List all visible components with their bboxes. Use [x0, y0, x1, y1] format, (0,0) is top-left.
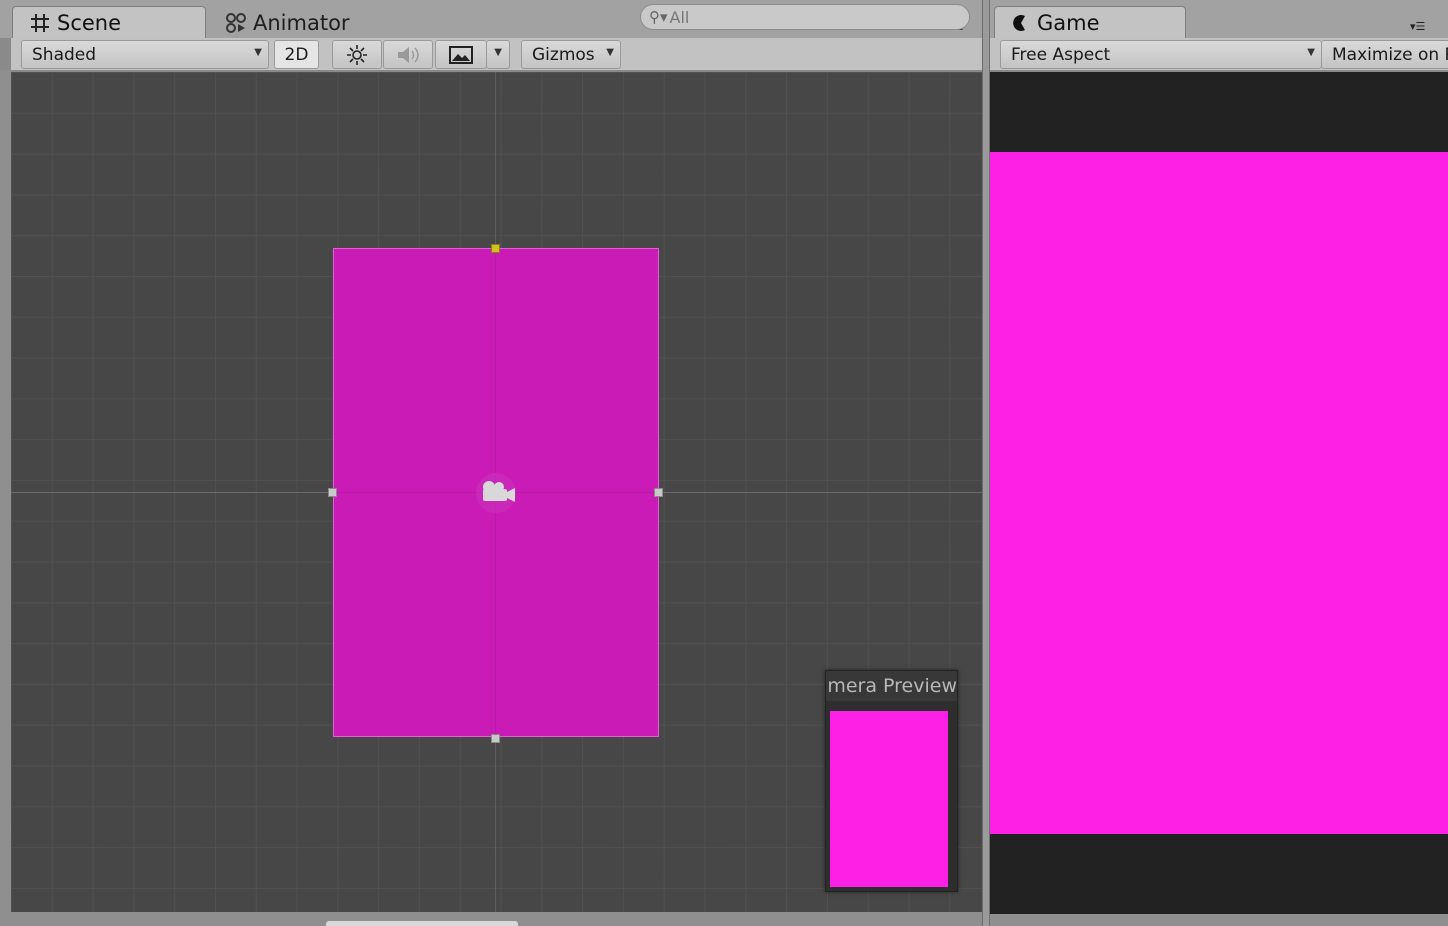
panel-divider[interactable]: [982, 0, 990, 926]
search-input[interactable]: ⚲▾ All: [640, 4, 970, 30]
camera-preview-panel: Camera Preview: [825, 670, 958, 892]
game-canvas: [990, 152, 1448, 834]
maximize-label: Maximize on Play: [1332, 44, 1448, 65]
search-icon: ⚲▾: [649, 8, 668, 26]
scene-viewport[interactable]: Camera Preview: [11, 72, 982, 912]
scene-left-border: [0, 70, 11, 926]
chevron-down-icon: ▼: [606, 47, 614, 58]
aspect-dropdown[interactable]: Free Aspect ▼: [1000, 40, 1322, 69]
chevron-down-icon: ▼: [1307, 47, 1315, 58]
game-bottom-bar: [990, 914, 1448, 926]
tab-animator-label: Animator: [253, 10, 350, 35]
game-toolbar: Free Aspect ▼ Maximize on Play: [990, 38, 1448, 71]
effects-dropdown[interactable]: ▼: [486, 40, 510, 69]
camera-handle-top[interactable]: [491, 244, 500, 253]
tab-scene[interactable]: Scene: [12, 6, 206, 38]
grid-icon: [31, 13, 49, 32]
tab-game[interactable]: Game: [994, 6, 1186, 38]
speaker-icon: [398, 46, 419, 63]
camera-preview-image: [830, 711, 948, 887]
gizmos-dropdown[interactable]: Gizmos ▼: [521, 40, 621, 69]
camera-preview-title: Camera Preview: [826, 671, 957, 701]
gizmos-label: Gizmos: [532, 44, 595, 65]
mode-2d-toggle[interactable]: 2D: [274, 40, 319, 69]
mode-2d-label: 2D: [284, 44, 309, 65]
camera-handle-bottom[interactable]: [491, 734, 500, 743]
camera-preview-title-text: Camera Preview: [826, 675, 957, 697]
shading-mode-dropdown[interactable]: Shaded ▼: [21, 40, 269, 69]
aspect-label: Free Aspect: [1011, 44, 1111, 65]
game-viewport[interactable]: [990, 72, 1448, 914]
game-tabstrip: Game ▾☰: [990, 0, 1448, 38]
maximize-on-play-toggle[interactable]: Maximize on Play: [1321, 40, 1448, 69]
image-icon: [449, 45, 473, 64]
game-tab-menu-icon[interactable]: ▾☰: [1410, 20, 1425, 33]
audio-toggle[interactable]: [383, 40, 433, 69]
camera-handle-left[interactable]: [328, 488, 337, 497]
tab-scene-label: Scene: [57, 10, 122, 35]
chevron-down-icon: ▼: [254, 47, 262, 58]
scene-toolbar: Shaded ▼ 2D ▼ Gizmos ▼: [11, 38, 982, 71]
game-icon: [1013, 14, 1025, 31]
effects-toggle[interactable]: [435, 40, 487, 69]
camera-icon[interactable]: [471, 472, 521, 514]
search-placeholder: All: [669, 7, 690, 27]
sun-icon: [347, 44, 367, 65]
tab-game-label: Game: [1037, 10, 1100, 35]
chevron-down-icon: ▼: [494, 47, 502, 58]
tab-animator[interactable]: Animator: [224, 6, 414, 38]
camera-handle-right[interactable]: [654, 488, 663, 497]
shading-mode-label: Shaded: [32, 44, 97, 65]
horizontal-scrollbar[interactable]: [326, 921, 518, 926]
lighting-toggle[interactable]: [332, 40, 382, 69]
animator-icon: [226, 12, 246, 33]
